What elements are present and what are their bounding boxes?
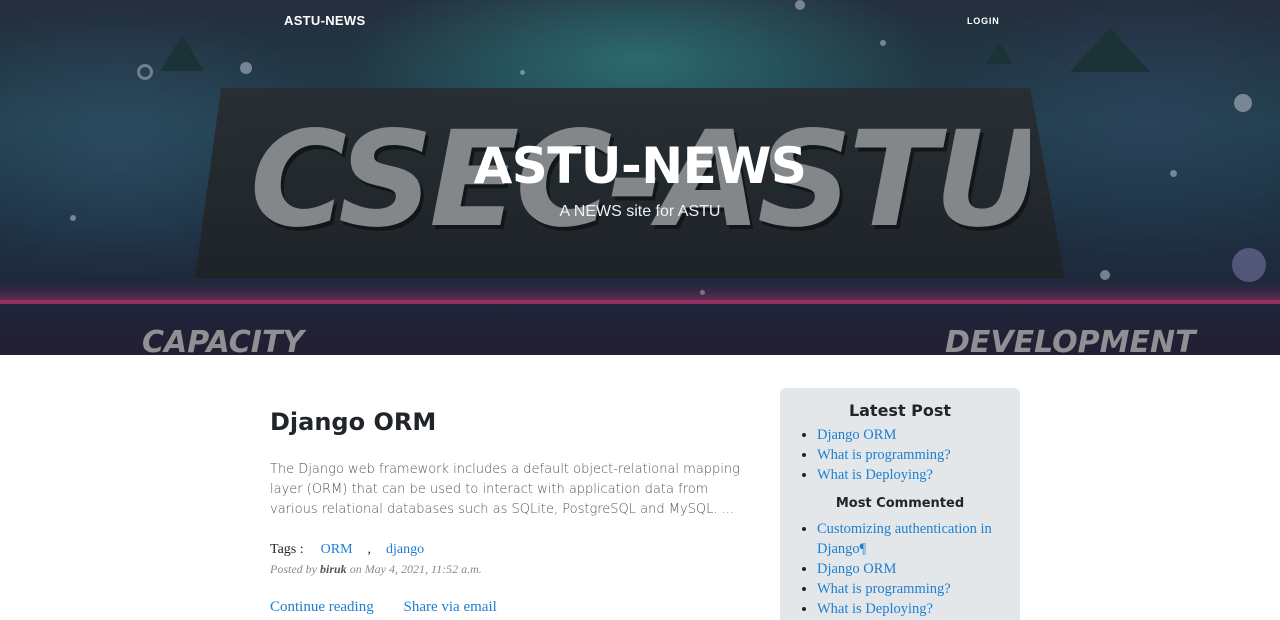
share-via-email-link[interactable]: Share via email [403, 599, 496, 615]
latest-post-link[interactable]: What is Deploying? [817, 467, 933, 483]
post-author: biruk [320, 562, 347, 576]
latest-post-link[interactable]: What is programming? [817, 447, 951, 463]
list-item: What is programming? [817, 445, 1006, 465]
list-item: Django ORM [817, 425, 1006, 445]
most-commented-link[interactable]: What is programming? [817, 581, 951, 597]
post-tags: Tags : ORM , django [270, 541, 750, 559]
tag-link-django[interactable]: django [386, 542, 424, 557]
login-link[interactable]: LOGIN [967, 16, 1000, 26]
tag-link-orm[interactable]: ORM [321, 542, 353, 557]
list-item: What is Deploying? [817, 599, 1006, 619]
latest-post-link[interactable]: Django ORM [817, 427, 896, 443]
post-title[interactable]: Django ORM [270, 404, 750, 440]
list-item: What is Deploying? [817, 465, 1006, 485]
navbar-brand-link[interactable]: ASTU-NEWS [284, 13, 365, 28]
tag-separator: , [367, 542, 372, 557]
site-subtitle: A NEWS site for ASTU [559, 203, 721, 220]
date-prefix: on [349, 562, 362, 576]
post-excerpt: The Django web framework includes a defa… [270, 462, 740, 517]
tags-label: Tags : [270, 542, 304, 557]
post-meta: Posted by biruk on May 4, 2021, 11:52 a.… [270, 562, 750, 577]
list-item: Django ORM [817, 559, 1006, 579]
posted-by-label: Posted by [270, 562, 317, 576]
post-date: May 4, 2021, 11:52 a.m. [364, 562, 482, 576]
list-item: Customizing authentication in Django¶ [817, 519, 1006, 559]
site-title: ASTU-NEWS [473, 137, 807, 195]
most-commented-link[interactable]: What is Deploying? [817, 601, 933, 617]
sidebar: Latest Post Django ORM What is programmi… [780, 388, 1020, 620]
most-commented-heading: Most Commented [835, 496, 965, 511]
most-commented-link[interactable]: Django ORM [817, 561, 896, 577]
most-commented-list: Customizing authentication in Django¶ Dj… [817, 519, 1006, 619]
latest-post-list: Django ORM What is programming? What is … [817, 425, 1006, 485]
continue-reading-link[interactable]: Continue reading [270, 599, 374, 615]
post-preview: Django ORM The Django web framework incl… [270, 404, 750, 616]
list-item: What is programming? [817, 579, 1006, 599]
latest-post-heading: Latest Post [848, 401, 952, 420]
most-commented-link[interactable]: Customizing authentication in Django¶ [817, 521, 992, 557]
post-actions: Continue reading Share via email [270, 599, 750, 616]
